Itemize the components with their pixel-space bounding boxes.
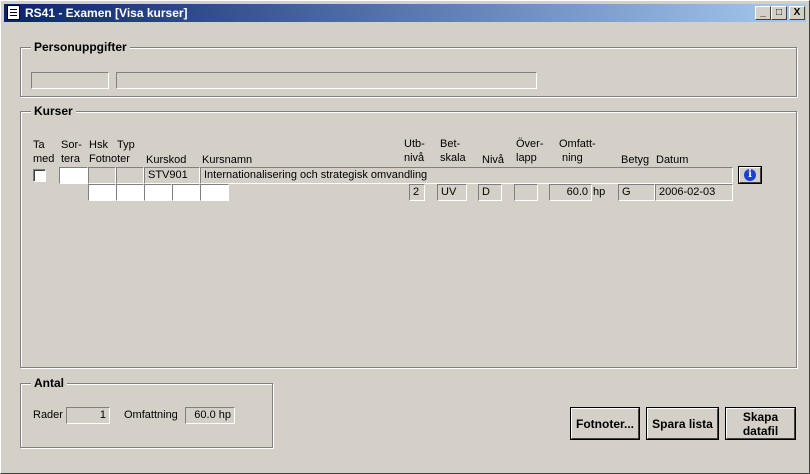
header-overlapp-line1: Över- — [516, 138, 544, 150]
header-sortera-line2: tera — [61, 153, 80, 165]
ta-med-checkbox[interactable] — [33, 169, 46, 182]
fotnoter-button[interactable]: Fotnoter... — [571, 408, 639, 439]
omfattning-total-value: 60.0 hp — [185, 407, 235, 424]
skapa-datafil-label-line2: datafil — [742, 423, 779, 438]
header-ta-med-line1: Ta — [33, 139, 45, 151]
minimize-button[interactable]: _ — [755, 6, 771, 20]
fotnot-input[interactable] — [144, 184, 172, 201]
header-overlapp: Över- lapp — [516, 137, 544, 165]
close-button[interactable]: X — [789, 6, 805, 20]
utbniva-field: 2 — [409, 184, 425, 201]
fotnot-input[interactable] — [88, 184, 116, 201]
header-niva: Nivå — [482, 154, 505, 166]
application-window: RS41 - Examen [Visa kurser] _ □ X Person… — [0, 0, 810, 474]
namn-field — [116, 72, 537, 89]
header-betskala: Bet- skala — [440, 137, 466, 165]
omfattning-unit: hp — [593, 186, 606, 198]
fotnot-input[interactable] — [200, 184, 229, 201]
header-utbniva: Utb- nivå — [404, 137, 425, 165]
title-bar[interactable]: RS41 - Examen [Visa kurser] _ □ X — [4, 4, 806, 22]
header-betyg: Betyg — [621, 154, 650, 166]
header-fotnoter: Fotnoter — [89, 153, 130, 165]
header-datum: Datum — [656, 154, 689, 166]
fotnot-input[interactable] — [172, 184, 200, 201]
personuppgifter-legend: Personuppgifter — [31, 40, 130, 54]
header-kurskod: Kurskod — [146, 154, 187, 166]
omfattning-total-text: 60.0 hp — [194, 409, 231, 421]
niva-field: D — [478, 184, 502, 201]
overlapp-field — [514, 184, 538, 201]
header-utbniva-line1: Utb- — [404, 138, 425, 150]
app-document-icon[interactable] — [7, 5, 20, 20]
sortera-input[interactable] — [59, 167, 88, 184]
betskala-field: UV — [437, 184, 467, 201]
rader-label: Rader — [33, 409, 63, 421]
header-omfattning-line2: ning — [562, 152, 583, 164]
datum-field: 2006-02-03 — [655, 184, 733, 201]
info-button[interactable]: i — [739, 167, 761, 183]
skapa-datafil-button[interactable]: Skapa datafil — [726, 408, 795, 439]
maximize-button[interactable]: □ — [771, 6, 787, 20]
header-sortera-line1: Sor- — [61, 139, 82, 151]
header-ta-med-line2: med — [33, 153, 55, 165]
window-title: RS41 - Examen [Visa kurser] — [25, 6, 188, 20]
header-overlapp-line2: lapp — [516, 152, 537, 164]
header-kursnamn: Kursnamn — [202, 154, 253, 166]
skapa-datafil-label-line1: Skapa — [742, 409, 779, 424]
header-hsk: Hsk — [89, 139, 108, 151]
hsk-field — [88, 167, 116, 184]
fotnot-input[interactable] — [116, 184, 144, 201]
omfattning-label: Omfattning — [124, 409, 178, 421]
kurskod-field: STV901 — [144, 167, 200, 184]
header-betskala-line2: skala — [440, 152, 466, 164]
typ-field — [116, 167, 144, 184]
header-omfattning-line1: Omfatt- — [559, 138, 596, 150]
kursnamn-field: Internationalisering och strategisk omva… — [200, 167, 733, 184]
header-ta-med: Ta med — [33, 138, 54, 166]
kurser-legend: Kurser — [31, 104, 76, 118]
spara-lista-button[interactable]: Spara lista — [647, 408, 718, 439]
betyg-field: G — [618, 184, 655, 201]
header-typ: Typ — [117, 139, 135, 151]
omfattning-field: 60.0 — [549, 184, 592, 201]
info-icon: i — [744, 169, 756, 181]
header-utbniva-line2: nivå — [404, 152, 425, 164]
header-sortera: Sor- tera — [61, 138, 82, 166]
header-omfattning: Omfatt- ning — [559, 137, 596, 165]
rader-value: 1 — [66, 407, 110, 424]
header-betskala-line1: Bet- — [440, 138, 461, 150]
antal-legend: Antal — [31, 376, 67, 390]
personnummer-field — [31, 72, 109, 89]
